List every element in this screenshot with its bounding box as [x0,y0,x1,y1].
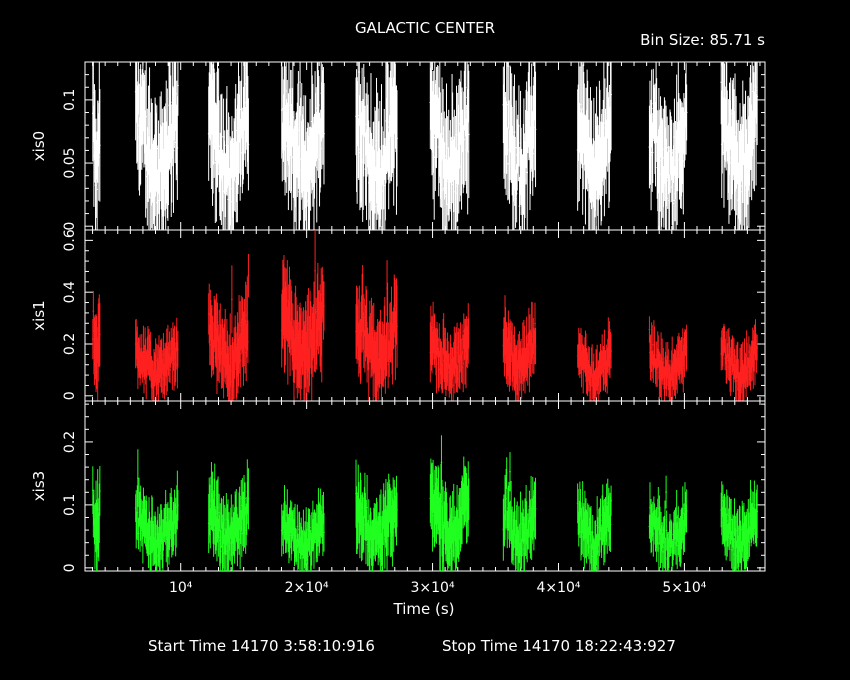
x-tick-label: 4×10⁴ [536,580,580,596]
xis1-y-tick-label: 0.6 [62,229,78,251]
xis3-y-tick-label: 0 [62,563,78,572]
xis1-y-axis-label: xis1 [30,300,48,330]
x-tick-label: 2×10⁴ [285,580,329,596]
xis3-y-tick-label: 0.2 [62,431,78,453]
bin-size-label: Bin Size: 85.71 s [640,31,765,49]
x-axis-label: Time (s) [393,600,455,618]
xis3-y-axis-label: xis3 [30,471,48,501]
chart-title: GALACTIC CENTER [355,19,495,37]
xis1-y-tick-label: 0 [62,391,78,400]
xis1-y-tick-label: 0.4 [62,281,78,303]
stop-time-label: Stop Time 14170 18:22:43:927 [442,637,676,655]
xis0-y-tick-label: 0.05 [62,147,78,178]
light-curve-figure: GALACTIC CENTER Bin Size: 85.71 s 0 0.05 0… [0,0,850,680]
x-tick-label: 3×10⁴ [411,580,455,596]
x-tick-label: 5×10⁴ [662,580,706,596]
start-time-label: Start Time 14170 3:58:10:916 [148,637,375,655]
xis1-y-tick-label: 0.2 [62,333,78,355]
xis3-y-tick-label: 0.1 [62,494,78,516]
x-tick-label: 10⁴ [169,580,193,596]
xis0-y-axis-label: xis0 [30,131,48,161]
xis0-y-tick-label: 0.1 [62,89,78,111]
